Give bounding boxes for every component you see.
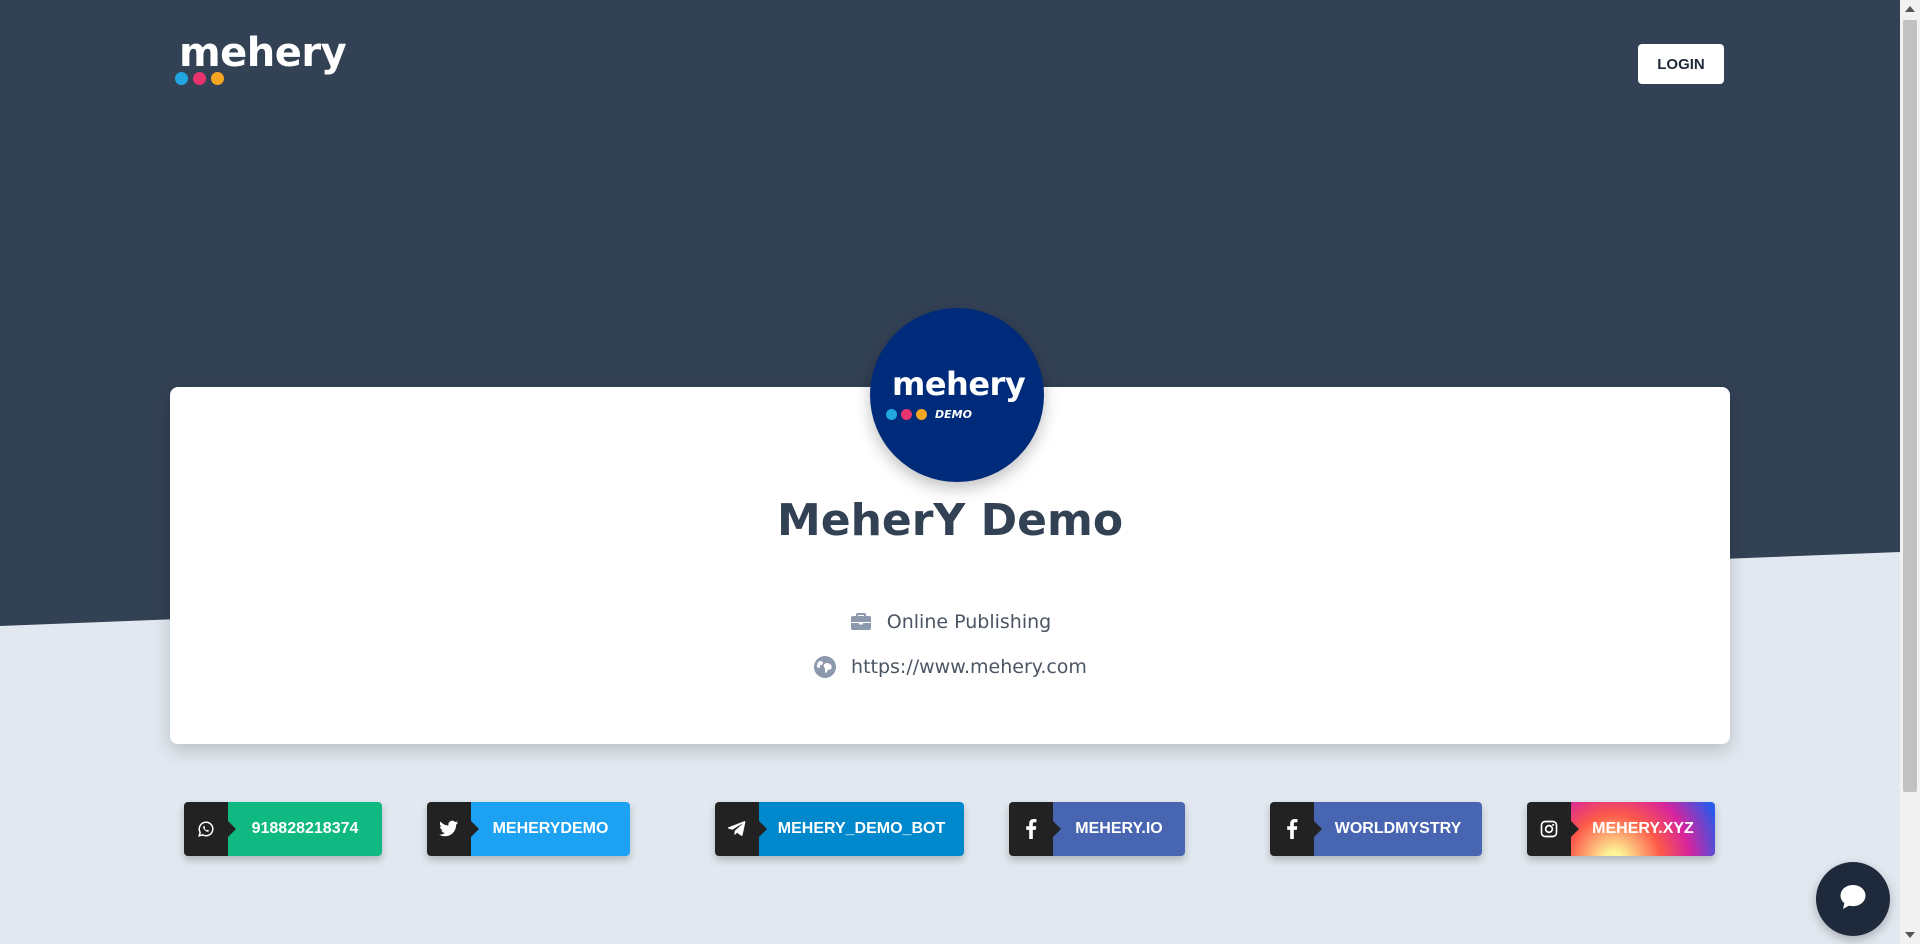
avatar-dot-pink — [901, 409, 912, 420]
avatar-dot-orange — [916, 409, 927, 420]
scroll-up-arrow-icon[interactable] — [1905, 6, 1915, 12]
avatar-sub-text: DEMO — [935, 408, 972, 421]
scroll-down-arrow-icon[interactable] — [1905, 932, 1915, 938]
social-facebook-button[interactable]: MEHERY.IO — [1009, 802, 1185, 856]
logo-dot-blue — [175, 72, 188, 85]
whatsapp-icon — [184, 802, 236, 856]
profile-category: Online Publishing — [0, 610, 1900, 634]
social-twitter-label: MEHERYDEMO — [471, 802, 630, 856]
login-button[interactable]: LOGIN — [1638, 44, 1724, 84]
social-instagram-label: MEHERY.XYZ — [1571, 802, 1715, 856]
logo-dot-orange — [211, 72, 224, 85]
telegram-icon — [715, 802, 767, 856]
social-facebook-button-2[interactable]: WORLDMYSTRY — [1270, 802, 1482, 856]
website-link[interactable]: https://www.mehery.com — [851, 656, 1087, 678]
avatar-dot-blue — [886, 409, 897, 420]
social-whatsapp-button[interactable]: 918828218374 — [184, 802, 382, 856]
avatar-logo: mehery DEMO — [886, 365, 1032, 426]
social-facebook-label-2: WORLDMYSTRY — [1314, 802, 1482, 856]
brand-logo[interactable]: mehery — [175, 30, 355, 90]
scrollbar-thumb[interactable] — [1903, 20, 1917, 792]
facebook-icon — [1270, 802, 1322, 856]
avatar-brand-text: mehery — [892, 365, 1026, 403]
social-instagram-button[interactable]: MEHERY.XYZ — [1527, 802, 1715, 856]
social-telegram-button[interactable]: MEHERY_DEMO_BOT — [715, 802, 964, 856]
chat-bubble-icon — [1839, 884, 1867, 915]
briefcase-icon — [849, 610, 873, 634]
instagram-icon — [1527, 802, 1579, 856]
twitter-icon — [427, 802, 479, 856]
social-telegram-label: MEHERY_DEMO_BOT — [759, 802, 964, 856]
social-twitter-button[interactable]: MEHERYDEMO — [427, 802, 630, 856]
profile-name: MeherY Demo — [776, 495, 1124, 546]
profile-website: https://www.mehery.com — [0, 655, 1900, 679]
social-facebook-label: MEHERY.IO — [1053, 802, 1185, 856]
facebook-icon — [1009, 802, 1061, 856]
chat-widget-button[interactable] — [1816, 862, 1890, 936]
brand-logo-dots — [175, 72, 224, 85]
logo-dot-pink — [193, 72, 206, 85]
category-text: Online Publishing — [886, 611, 1052, 633]
globe-icon — [813, 655, 837, 679]
brand-logo-text: mehery — [179, 30, 347, 76]
profile-avatar: mehery DEMO — [870, 308, 1044, 482]
page-scrollbar[interactable] — [1900, 0, 1920, 944]
avatar-dots: DEMO — [886, 408, 972, 421]
social-whatsapp-label: 918828218374 — [228, 802, 382, 856]
